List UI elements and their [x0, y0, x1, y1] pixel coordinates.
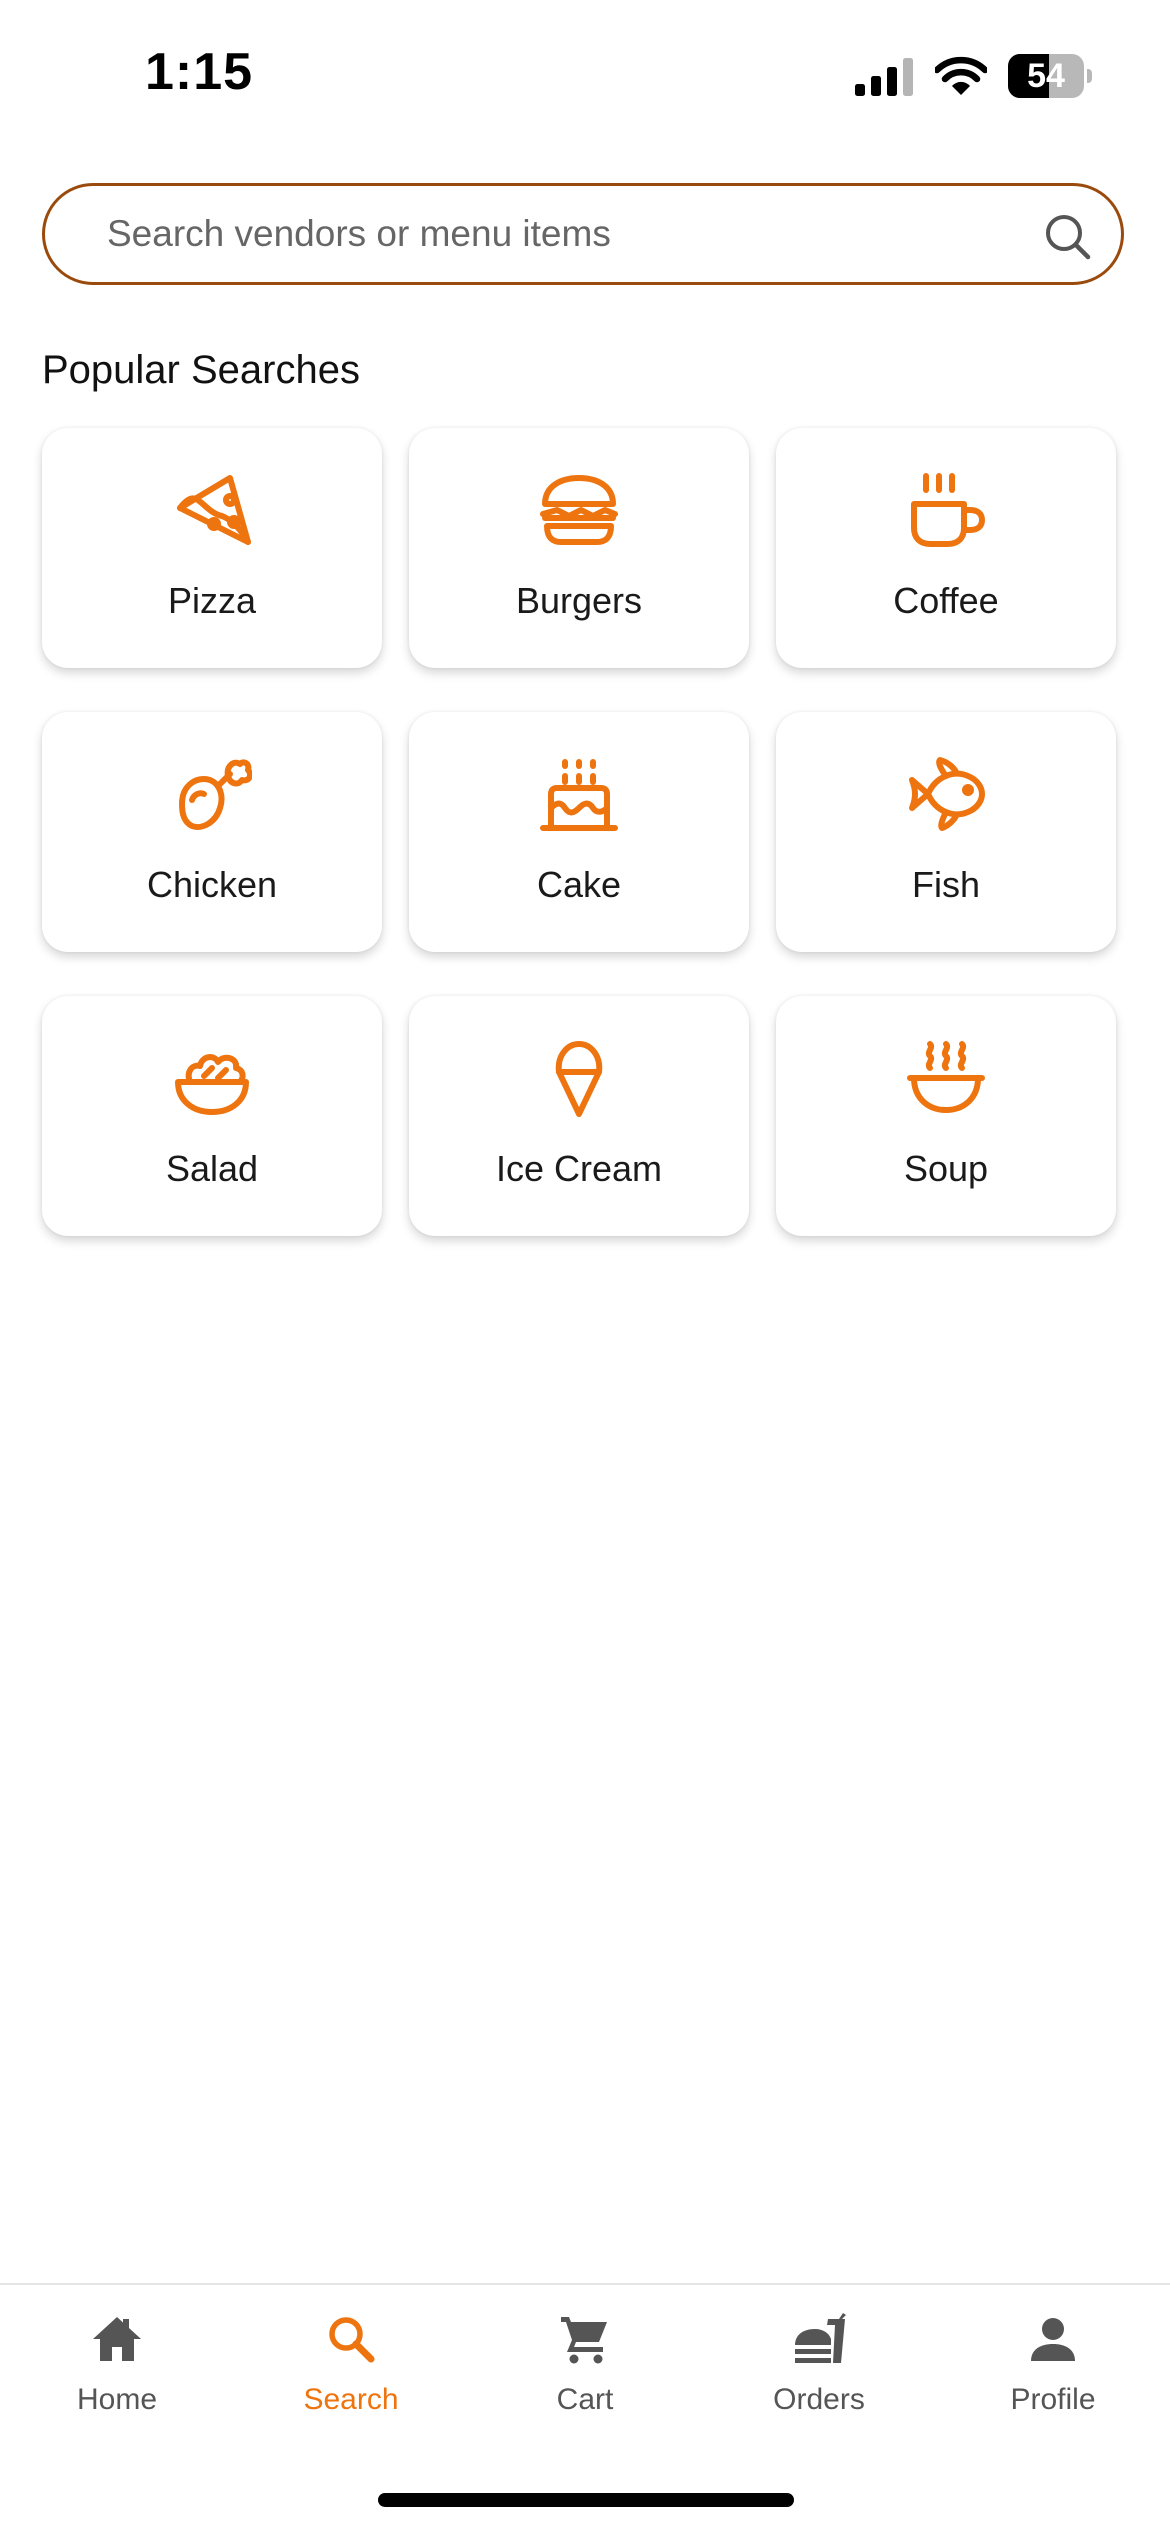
category-card-fish[interactable]: Fish	[776, 712, 1116, 952]
search-icon	[323, 2311, 379, 2367]
nav-label-home: Home	[76, 2383, 158, 2416]
status-time: 1:15	[145, 43, 254, 101]
wifi-icon	[935, 56, 987, 95]
category-card-soup[interactable]: Soup	[776, 996, 1116, 1236]
nav-label-search: Search	[303, 2383, 399, 2416]
nav-label-orders: Orders	[773, 2383, 865, 2416]
cellular-signal-icon	[855, 58, 913, 96]
nav-label-profile: Profile	[1010, 2383, 1096, 2416]
category-card-burgers[interactable]: Burgers	[409, 428, 749, 668]
battery-level: 54	[1027, 57, 1065, 95]
nav-tab-cart[interactable]: Cart	[468, 2311, 702, 2441]
search-bar[interactable]	[42, 183, 1124, 285]
cart-icon	[557, 2311, 613, 2367]
popular-searches-title: Popular Searches	[42, 348, 360, 392]
cake-icon	[539, 754, 619, 834]
status-bar: 1:15 54	[0, 0, 1170, 150]
soup-bowl-icon	[906, 1038, 986, 1118]
category-label: Salad	[165, 1148, 259, 1189]
home-icon	[89, 2311, 145, 2367]
category-label: Burgers	[515, 580, 643, 621]
category-card-salad[interactable]: Salad	[42, 996, 382, 1236]
nav-tab-profile[interactable]: Profile	[936, 2311, 1170, 2441]
category-card-pizza[interactable]: Pizza	[42, 428, 382, 668]
chicken-leg-icon	[172, 754, 252, 834]
battery-indicator: 54	[1008, 54, 1092, 98]
home-indicator	[378, 2493, 794, 2507]
search-input[interactable]	[107, 186, 1007, 282]
category-label: Fish	[911, 864, 980, 905]
burger-icon	[539, 470, 619, 550]
nav-tab-search[interactable]: Search	[234, 2311, 468, 2441]
category-label: Chicken	[146, 864, 278, 905]
salad-bowl-icon	[172, 1038, 252, 1118]
category-card-ice-cream[interactable]: Ice Cream	[409, 996, 749, 1236]
popular-searches-grid: Pizza Burgers Coffee Chicken Cake Fish S…	[42, 428, 1116, 1236]
ice-cream-icon	[539, 1038, 619, 1118]
category-label: Coffee	[893, 580, 999, 621]
category-label: Cake	[536, 864, 622, 905]
profile-icon	[1025, 2311, 1081, 2367]
nav-tab-home[interactable]: Home	[0, 2311, 234, 2441]
category-label: Soup	[903, 1148, 989, 1189]
search-icon[interactable]	[1043, 212, 1091, 260]
coffee-icon	[906, 470, 986, 550]
category-card-cake[interactable]: Cake	[409, 712, 749, 952]
pizza-icon	[172, 470, 252, 550]
category-label: Pizza	[167, 580, 257, 621]
category-card-chicken[interactable]: Chicken	[42, 712, 382, 952]
category-label: Ice Cream	[495, 1148, 663, 1189]
nav-label-cart: Cart	[556, 2383, 614, 2416]
orders-icon	[791, 2311, 847, 2367]
nav-tab-orders[interactable]: Orders	[702, 2311, 936, 2441]
fish-icon	[906, 754, 986, 834]
category-card-coffee[interactable]: Coffee	[776, 428, 1116, 668]
